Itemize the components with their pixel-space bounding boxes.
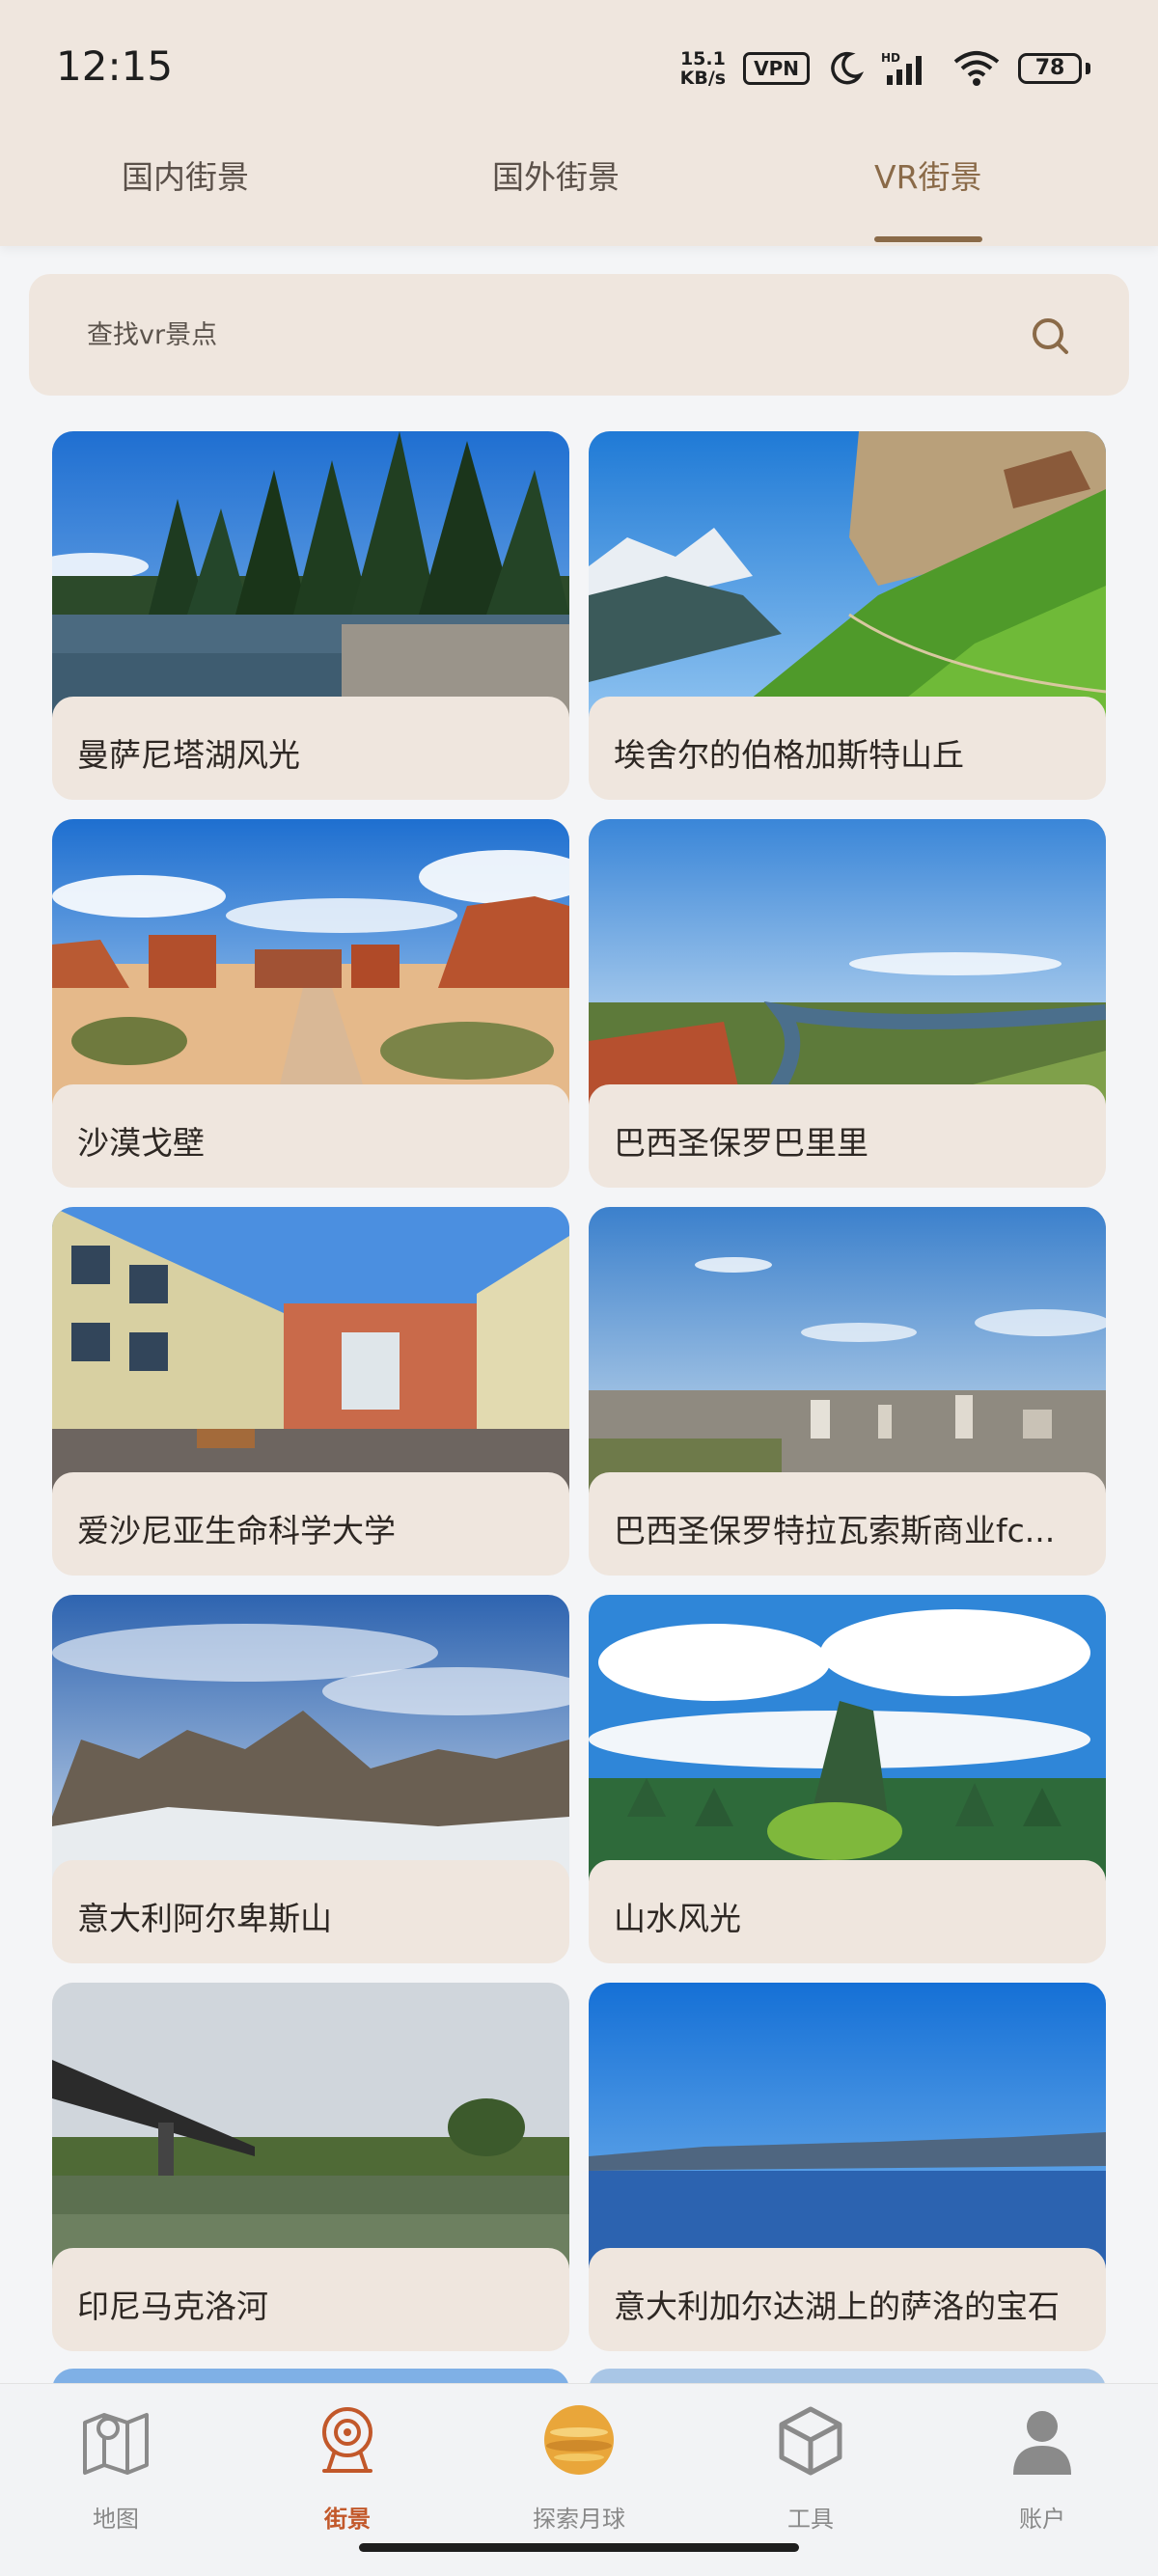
card-title: 山水风光	[614, 1900, 741, 1937]
tab-vr[interactable]: VR街景	[874, 151, 982, 198]
card-photo	[52, 819, 569, 1109]
card-caption: 意大利加尔达湖上的萨洛的宝石	[589, 2248, 1106, 2351]
nav-map[interactable]: 地图	[19, 2403, 212, 2538]
card-caption: 印尼马克洛河	[52, 2248, 569, 2351]
search-icon[interactable]	[1028, 314, 1074, 360]
nav-streetview-label: 街景	[324, 2506, 371, 2533]
vpn-badge: VPN	[743, 52, 810, 85]
network-speed: 15.1 KB/s	[680, 49, 726, 88]
nav-tools[interactable]: 工具	[714, 2403, 907, 2538]
card-caption: 爱沙尼亚生命科学大学	[52, 1472, 569, 1576]
wifi-icon	[953, 51, 1000, 86]
card-caption: 曼萨尼塔湖风光	[52, 697, 569, 800]
app-page: 12:15 15.1 KB/s VPN HD 78 国内街景 国外街景 VR街景…	[0, 0, 1158, 2576]
moon-icon	[544, 2405, 614, 2475]
search-bar	[29, 274, 1129, 396]
card-photo	[589, 1595, 1106, 1884]
map-icon	[83, 2413, 149, 2475]
nav-moon[interactable]: 探索月球	[482, 2403, 676, 2538]
svg-text:HD: HD	[881, 51, 900, 65]
vr-card[interactable]: 意大利阿尔卑斯山	[52, 1595, 569, 1963]
vr-card[interactable]: 沙漠戈壁	[52, 819, 569, 1188]
nav-tools-label: 工具	[787, 2506, 834, 2533]
nav-moon-label: 探索月球	[533, 2506, 625, 2533]
status-icons: 15.1 KB/s VPN HD 78	[680, 44, 1090, 93]
card-photo	[589, 819, 1106, 1109]
moon-status-icon	[831, 51, 864, 85]
vr-card[interactable]: 意大利加尔达湖上的萨洛的宝石	[589, 1983, 1106, 2351]
card-caption: 山水风光	[589, 1860, 1106, 1963]
card-title: 埃舍尔的伯格加斯特山丘	[614, 736, 964, 774]
card-caption: 意大利阿尔卑斯山	[52, 1860, 569, 1963]
card-photo	[52, 1207, 569, 1496]
status-time: 12:15	[56, 42, 174, 90]
card-caption: 埃舍尔的伯格加斯特山丘	[589, 697, 1106, 800]
speed-unit: KB/s	[679, 68, 727, 89]
vr-card[interactable]: 山水风光	[589, 1595, 1106, 1963]
vr-card[interactable]: 曼萨尼塔湖风光	[52, 431, 569, 800]
top-bar: 12:15 15.1 KB/s VPN HD 78 国内街景 国外街景 VR街景	[0, 0, 1158, 246]
card-photo	[52, 1983, 569, 2272]
speed-value: 15.1	[679, 48, 726, 69]
tab-bar: 国内街景 国外街景 VR街景	[0, 140, 1158, 246]
signal-icon: HD	[881, 51, 922, 85]
vr-card[interactable]: 巴西圣保罗巴里里	[589, 819, 1106, 1188]
active-tab-indicator	[874, 236, 982, 242]
battery-indicator: 78	[1018, 53, 1090, 84]
card-title: 印尼马克洛河	[77, 2288, 268, 2325]
card-title: 曼萨尼塔湖风光	[77, 736, 300, 774]
card-title: 意大利阿尔卑斯山	[77, 1900, 332, 1937]
card-caption: 巴西圣保罗巴里里	[589, 1084, 1106, 1188]
nav-account[interactable]: 账户	[946, 2403, 1139, 2538]
nav-streetview[interactable]: 街景	[251, 2403, 444, 2538]
vr-card[interactable]: 埃舍尔的伯格加斯特山丘	[589, 431, 1106, 800]
search-input[interactable]	[87, 314, 955, 356]
card-photo	[589, 431, 1106, 721]
vr-card[interactable]: 巴西圣保罗特拉瓦索斯商业fc...	[589, 1207, 1106, 1576]
card-photo	[589, 1207, 1106, 1496]
streetview-icon	[322, 2407, 372, 2473]
tab-domestic[interactable]: 国内街景	[122, 151, 249, 198]
account-icon	[1013, 2411, 1071, 2475]
nav-map-label: 地图	[93, 2506, 139, 2533]
card-title: 意大利加尔达湖上的萨洛的宝石	[614, 2288, 1060, 2325]
card-title: 爱沙尼亚生命科学大学	[77, 1512, 396, 1549]
card-title: 沙漠戈壁	[77, 1124, 205, 1162]
card-caption: 巴西圣保罗特拉瓦索斯商业fc...	[589, 1472, 1106, 1576]
battery-tip	[1086, 63, 1090, 74]
card-photo	[52, 431, 569, 721]
home-indicator[interactable]	[359, 2543, 799, 2552]
tab-foreign[interactable]: 国外街景	[492, 151, 620, 198]
cube-icon	[779, 2406, 842, 2476]
card-title: 巴西圣保罗巴里里	[614, 1124, 868, 1162]
card-title: 巴西圣保罗特拉瓦索斯商业fc...	[614, 1512, 1056, 1549]
nav-account-label: 账户	[1019, 2506, 1065, 2533]
vr-card[interactable]: 爱沙尼亚生命科学大学	[52, 1207, 569, 1576]
card-caption: 沙漠戈壁	[52, 1084, 569, 1188]
card-photo	[589, 1983, 1106, 2272]
battery-level: 78	[1018, 53, 1082, 84]
vr-card[interactable]: 印尼马克洛河	[52, 1983, 569, 2351]
card-photo	[52, 1595, 569, 1884]
